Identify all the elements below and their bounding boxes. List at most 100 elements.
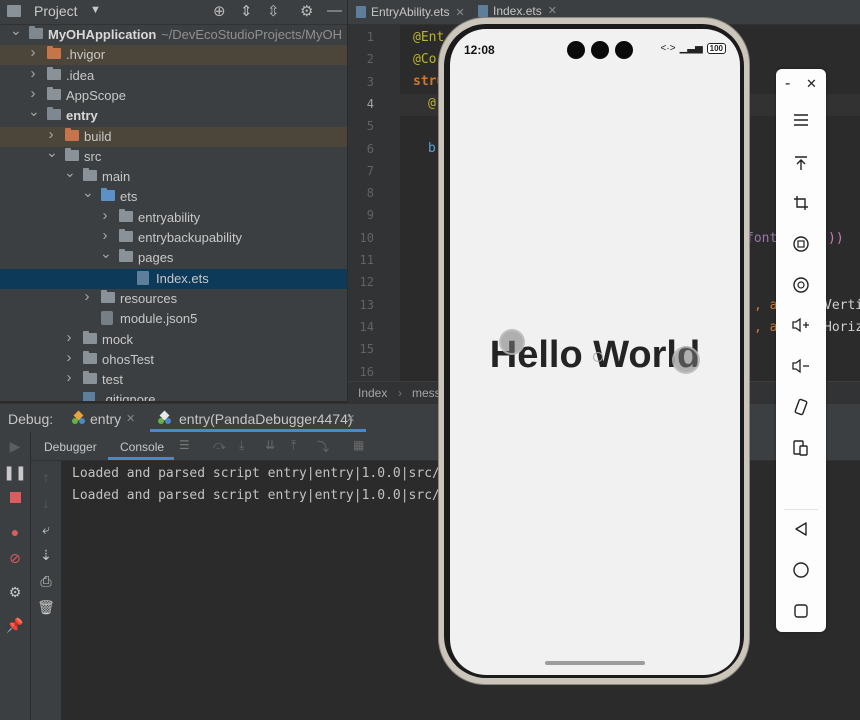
pin-to-top-icon[interactable] <box>776 155 826 171</box>
print-icon[interactable]: ⎙ <box>31 573 61 590</box>
close-icon[interactable]: ✕ <box>346 412 355 425</box>
arrow-down-icon[interactable]: ↓ <box>31 495 61 511</box>
close-icon[interactable]: ✕ <box>455 6 464 19</box>
menu-icon[interactable]: ☰ <box>179 438 190 452</box>
tree-item[interactable]: › entryability <box>0 207 347 228</box>
folder-icon <box>119 229 133 242</box>
screenshot-crop-icon[interactable] <box>776 195 826 211</box>
tree-item[interactable]: › mock <box>0 329 347 350</box>
code-line-1: @Ent <box>413 30 445 45</box>
rotate-right-icon[interactable] <box>776 276 826 294</box>
tree-item[interactable]: › .hvigor <box>0 44 347 66</box>
phone-screen[interactable]: 12:08 <·> ▁▃▅ 100 Hello World <box>450 29 740 675</box>
evaluate-icon[interactable]: ▦ <box>353 438 364 452</box>
chevron-right-icon[interactable]: › <box>28 65 38 82</box>
chevron-right-icon[interactable]: › <box>46 126 56 143</box>
stop-icon[interactable] <box>0 490 30 506</box>
chevron-right-icon[interactable]: › <box>28 44 38 61</box>
step-over-icon[interactable]: ⤼ <box>213 438 226 453</box>
run-to-cursor-icon[interactable]: ⤵ <box>317 438 329 455</box>
tree-item[interactable]: ⌄ entry <box>0 103 347 126</box>
fold-device-icon[interactable] <box>776 439 826 457</box>
trash-icon[interactable]: 🗑 <box>31 599 61 616</box>
chevron-right-icon[interactable]: › <box>82 288 92 305</box>
pin-icon[interactable]: 📌 <box>0 617 30 634</box>
code-line-6: b <box>428 141 436 156</box>
gear-icon[interactable]: ⚙ <box>300 2 313 20</box>
tree-item[interactable]: ⌄ ets <box>0 184 347 207</box>
locate-icon[interactable]: ⊕ <box>213 2 226 20</box>
chevron-down-icon[interactable]: ▼ <box>90 4 101 16</box>
tree-item[interactable]: ⌄ main <box>0 164 347 187</box>
chevron-down-icon[interactable]: ⌄ <box>82 184 94 201</box>
rotate-device-icon[interactable] <box>776 398 826 416</box>
tree-item[interactable]: module.json5 <box>0 309 347 329</box>
chevron-right-icon[interactable]: › <box>100 227 110 244</box>
rotate-left-icon[interactable] <box>776 235 826 253</box>
recents-icon[interactable] <box>776 603 826 619</box>
scroll-to-end-icon[interactable]: ⇣ <box>31 547 61 564</box>
line-number: 15 <box>359 342 374 357</box>
tab-debugger[interactable]: Debugger <box>44 440 97 454</box>
hide-panel-icon[interactable]: — <box>327 2 342 19</box>
tree-item-label: entryability <box>138 209 201 225</box>
soft-wrap-icon[interactable]: ⤶ <box>31 521 61 538</box>
volume-down-icon[interactable] <box>776 358 826 374</box>
step-out-icon[interactable]: ⤒ <box>291 438 296 453</box>
chevron-right-icon[interactable]: › <box>64 349 74 366</box>
home-icon[interactable] <box>776 562 826 578</box>
tree-item[interactable]: › AppScope <box>0 85 347 106</box>
minimize-button[interactable]: - <box>785 75 790 93</box>
tree-item[interactable]: › resources <box>0 288 347 309</box>
resume-icon[interactable]: ▶ <box>0 438 30 455</box>
close-button[interactable]: ✕ <box>806 76 817 92</box>
tree-item-label: .hvigor <box>66 47 106 63</box>
chevron-down-icon[interactable]: ⌄ <box>100 245 112 262</box>
chevron-down-icon[interactable]: ⌄ <box>46 144 58 161</box>
step-into-icon[interactable]: ⤓ <box>239 438 244 453</box>
view-breakpoints-icon[interactable]: ● <box>0 524 30 540</box>
settings-icon[interactable]: ⚙ <box>0 584 30 601</box>
project-tree: ⌄ MyOHApplication ~/DevEcoStudioProjects/M… <box>0 25 347 401</box>
tree-item[interactable]: .gitignore <box>0 390 347 401</box>
chevron-right-icon[interactable]: › <box>64 369 74 386</box>
breadcrumb-item[interactable]: mess <box>412 386 441 400</box>
menu-icon[interactable] <box>776 113 826 127</box>
chevron-right-icon[interactable]: › <box>28 85 38 102</box>
project-view-selector[interactable]: Project <box>34 3 78 19</box>
volume-up-icon[interactable] <box>776 317 826 333</box>
mute-breakpoints-icon[interactable]: ⊘ <box>0 550 30 567</box>
debug-session-tab-panda[interactable]: entry(PandaDebugger4474) <box>179 411 353 427</box>
close-icon[interactable]: ✕ <box>548 4 557 17</box>
tree-item[interactable]: › .idea <box>0 65 347 86</box>
line-number: 10 <box>359 230 374 245</box>
tab-entryability[interactable]: EntryAbility.ets ✕ <box>356 0 465 24</box>
force-step-into-icon[interactable]: ⇊ <box>265 438 275 452</box>
project-panel-header: Project ▼ ⊕ ⇕ ⇳ ⚙ — <box>0 0 347 25</box>
folder-icon <box>47 66 61 80</box>
tab-console[interactable]: Console <box>120 440 164 454</box>
tree-item[interactable]: Index.ets <box>0 268 347 289</box>
line-number: 2 <box>366 52 374 67</box>
expand-all-icon[interactable]: ⇕ <box>240 2 253 20</box>
pause-icon[interactable]: ❚❚ <box>0 464 30 481</box>
collapse-all-icon[interactable]: ⇳ <box>267 2 280 20</box>
tree-item[interactable]: › ohosTest <box>0 349 347 370</box>
chevron-down-icon[interactable]: ⌄ <box>10 25 22 39</box>
home-indicator[interactable] <box>545 661 645 665</box>
chevron-right-icon[interactable]: › <box>64 329 74 346</box>
config-file-icon <box>101 311 113 326</box>
chevron-down-icon[interactable]: ⌄ <box>64 164 76 181</box>
chevron-right-icon[interactable]: › <box>100 207 110 224</box>
debug-session-tab-entry[interactable]: entry <box>90 411 121 427</box>
tree-item[interactable]: ⌄ pages <box>0 245 347 268</box>
arrow-up-icon[interactable]: ↑ <box>31 469 61 485</box>
breadcrumb-item[interactable]: Index <box>358 386 387 400</box>
close-icon[interactable]: ✕ <box>126 412 135 425</box>
chevron-down-icon[interactable]: ⌄ <box>28 103 40 120</box>
tree-item[interactable]: › test <box>0 369 347 390</box>
tree-item[interactable]: ⌄ src <box>0 144 347 167</box>
tree-item[interactable]: ⌄ MyOHApplication ~/DevEcoStudioProjects/M… <box>0 25 347 45</box>
tree-item[interactable]: › entrybackupability <box>0 227 347 248</box>
back-icon[interactable] <box>776 521 826 537</box>
